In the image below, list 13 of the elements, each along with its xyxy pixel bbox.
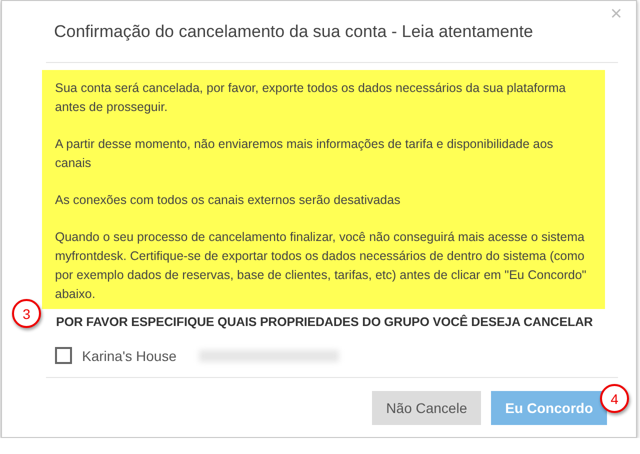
close-button[interactable]: ×	[610, 3, 622, 26]
step-badge: 3	[12, 299, 41, 328]
agree-button[interactable]: Eu Concordo	[491, 391, 607, 425]
checkbox[interactable]	[55, 347, 72, 364]
warning-text: Quando o seu processo de cancelamento finalizar, você não conseguirá mais acesse o sistema myfrontdesk. Certifique-se de exportar todos os dados necessários de dentro do sistema (como por exemplo dados de reservas, base de clientes, tarifas, etc) antes de clicar em "Eu Concordo" abaixo.	[55, 229, 588, 303]
step-badge: 4	[600, 384, 629, 413]
dialog-title: Confirmação do cancelamento da sua conta - Leia atentamente	[54, 22, 534, 42]
warning-text: As conexões com todos os canais externos serão desativadas	[55, 192, 402, 209]
cancel-button[interactable]: Não Cancele	[372, 391, 482, 425]
section-heading: POR FAVOR ESPECIFIQUE QUAIS PROPRIEDADES DO GRUPO VOCÊ DESEJA CANCELAR	[56, 315, 594, 329]
warning-text: Sua conta será cancelada, por favor, exporte todos os dados necessários da sua plataforma antes de prosseguir.	[55, 80, 567, 116]
property-name: Karina's House	[82, 348, 176, 364]
warning-text: A partir desse momento, não enviaremos mais informações de tarifa e disponibilidade aos canais	[55, 136, 554, 172]
